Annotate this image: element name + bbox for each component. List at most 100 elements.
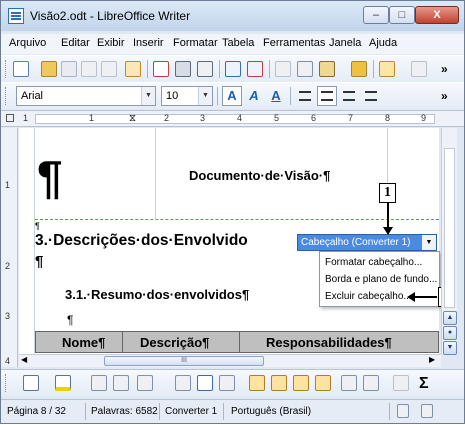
horizontal-scroll-thumb[interactable]: III	[104, 356, 264, 366]
toolbar-overflow-button[interactable]: »	[441, 62, 448, 76]
redo-icon[interactable]	[411, 61, 427, 77]
menu-arquivo[interactable]: Arquivo	[9, 37, 46, 49]
sort-icon[interactable]	[393, 375, 409, 391]
new-document-icon[interactable]	[13, 61, 29, 77]
status-page[interactable]: Página 8 / 32	[7, 406, 66, 417]
export-pdf-icon[interactable]	[153, 61, 169, 77]
export-pdf-direct-icon[interactable]	[81, 61, 97, 77]
table-properties-icon[interactable]	[363, 375, 379, 391]
clone-formatting-icon[interactable]	[351, 61, 367, 77]
previous-page-icon[interactable]: ▲	[443, 311, 457, 325]
save-icon[interactable]	[61, 61, 77, 77]
tab-stop-type-icon[interactable]	[6, 114, 14, 122]
menu-formatar[interactable]: Formatar	[173, 37, 218, 49]
align-middle-icon[interactable]	[197, 375, 213, 391]
bold-button[interactable]: A	[222, 86, 242, 106]
ruler-number: 3	[5, 311, 11, 321]
table-header-descricao: Descrição¶	[140, 335, 210, 350]
status-language[interactable]: Português (Brasil)	[231, 406, 311, 417]
chevron-down-icon[interactable]: ▼	[141, 87, 155, 105]
align-left-button[interactable]	[295, 86, 315, 106]
close-button[interactable]: X	[415, 6, 459, 24]
horizontal-scrollbar[interactable]: ◀ III ▶	[19, 354, 441, 367]
underline-button[interactable]: A	[266, 86, 286, 106]
align-right-button[interactable]	[339, 86, 359, 106]
table-header-row[interactable]: Nome¶ Descrição¶ Responsabilidades¶	[35, 331, 439, 353]
menu-editar[interactable]: Editar	[61, 37, 90, 49]
toolbar-overflow-button[interactable]: »	[441, 89, 448, 103]
vertical-scrollbar[interactable]: ▲ ● ▼	[441, 128, 457, 355]
menu-inserir[interactable]: Inserir	[133, 37, 164, 49]
selection-mode-icon[interactable]	[397, 404, 409, 418]
ruler-number: 6	[311, 113, 317, 123]
print-icon[interactable]	[175, 61, 191, 77]
navigator-icon[interactable]: ●	[443, 326, 457, 340]
document-modified-icon[interactable]	[421, 404, 433, 418]
scroll-track[interactable]	[444, 148, 455, 308]
delete-columns-icon[interactable]	[315, 375, 331, 391]
ruler-number: 5	[274, 113, 280, 123]
autoformat-icon[interactable]	[341, 375, 357, 391]
font-size-value: 10	[166, 90, 179, 102]
autospellcheck-icon[interactable]	[247, 61, 263, 77]
align-right-icon	[343, 91, 355, 101]
toolbar-grip[interactable]	[5, 87, 8, 105]
spellcheck-icon[interactable]	[225, 61, 241, 77]
status-word-count[interactable]: Palavras: 6582	[91, 406, 158, 417]
writer-app-icon[interactable]	[8, 8, 24, 24]
menu-ferramentas[interactable]: Ferramentas	[263, 37, 325, 49]
merge-cells-icon[interactable]	[113, 375, 129, 391]
menu-item-delete-header[interactable]: Excluir cabeçalho...	[325, 291, 412, 302]
menu-item-format-header[interactable]: Formatar cabeçalho...	[325, 257, 422, 268]
copy-icon[interactable]	[297, 61, 313, 77]
font-size-combo[interactable]: 10 ▼	[161, 86, 213, 106]
menu-exibir[interactable]: Exibir	[97, 37, 125, 49]
delete-rows-icon[interactable]	[293, 375, 309, 391]
maximize-button[interactable]: □	[389, 6, 415, 24]
justify-button[interactable]	[361, 86, 381, 106]
formatting-toolbar: Arial ▼ 10 ▼ A A A »	[1, 82, 464, 109]
sum-icon[interactable]: Σ	[419, 375, 429, 393]
border-color-icon[interactable]	[55, 375, 71, 391]
split-cells-icon[interactable]	[137, 375, 153, 391]
toolbar-grip[interactable]	[5, 374, 8, 392]
scroll-right-icon[interactable]: ▶	[429, 355, 435, 364]
justify-icon	[365, 91, 377, 101]
font-name-combo[interactable]: Arial ▼	[16, 86, 156, 106]
chevron-down-icon[interactable]: ▼	[422, 235, 436, 250]
open-folder-icon[interactable]	[41, 61, 57, 77]
align-center-button[interactable]	[317, 86, 337, 106]
status-page-style[interactable]: Converter 1	[165, 406, 217, 417]
menu-janela[interactable]: Janela	[329, 37, 361, 49]
menu-tabela[interactable]: Tabela	[222, 37, 254, 49]
page-preview-icon[interactable]	[197, 61, 213, 77]
minimize-button[interactable]: –	[363, 6, 389, 24]
insert-columns-icon[interactable]	[271, 375, 287, 391]
scroll-left-icon[interactable]: ◀	[21, 355, 27, 364]
align-bottom-icon[interactable]	[219, 375, 235, 391]
undo-icon[interactable]	[379, 61, 395, 77]
insert-rows-icon[interactable]	[249, 375, 265, 391]
indent-marker-icon[interactable]: ⧖	[129, 113, 136, 124]
ruler-number: 1	[5, 180, 11, 190]
send-mail-icon[interactable]	[101, 61, 117, 77]
header-end-pilcrow: ¶	[35, 221, 40, 231]
menu-bar: Arquivo Editar Exibir Inserir Formatar T…	[1, 34, 464, 54]
vertical-ruler[interactable]: 1 2 3 4	[1, 128, 18, 367]
menu-item-border-background[interactable]: Borda e plano de fundo...	[325, 274, 437, 285]
standard-toolbar: »	[1, 55, 464, 82]
cut-icon[interactable]	[275, 61, 291, 77]
edit-mode-icon[interactable]	[125, 61, 141, 77]
align-top-icon[interactable]	[175, 375, 191, 391]
header-tag-button[interactable]: Cabeçalho (Converter 1) ▼	[297, 234, 437, 251]
toolbar-grip[interactable]	[5, 60, 8, 78]
insert-table-icon[interactable]	[91, 375, 107, 391]
paste-icon[interactable]	[319, 61, 335, 77]
menu-ajuda[interactable]: Ajuda	[369, 37, 397, 49]
table-borders-icon[interactable]	[23, 375, 39, 391]
next-page-icon[interactable]: ▼	[443, 341, 457, 355]
italic-button[interactable]: A	[244, 86, 264, 106]
ruler-number: 8	[385, 113, 391, 123]
horizontal-ruler[interactable]: 1 1 ⧖ 2 3 4 5 6 7 8 9	[1, 110, 464, 127]
chevron-down-icon[interactable]: ▼	[198, 87, 212, 105]
